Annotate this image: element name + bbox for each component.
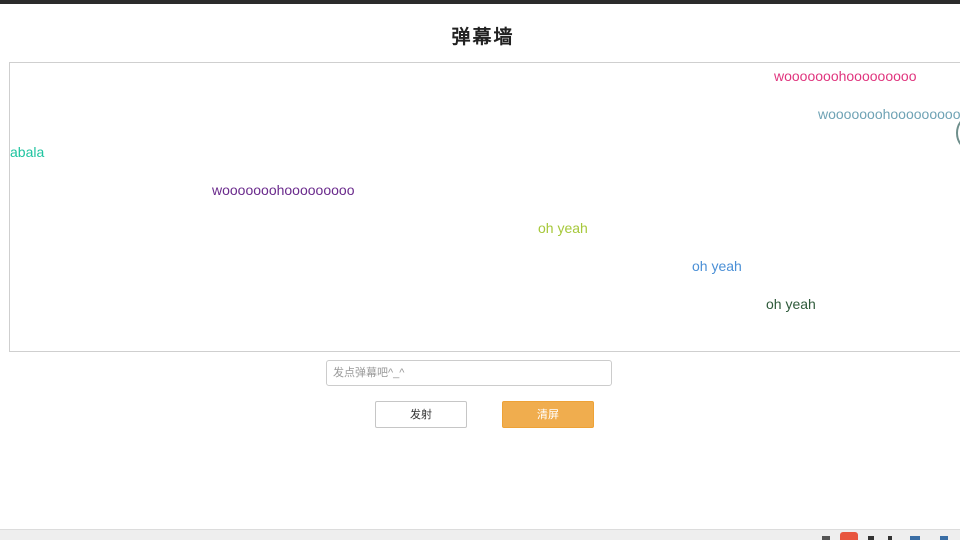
send-button[interactable]: 发射: [375, 401, 467, 428]
tray-icon[interactable]: [868, 536, 874, 540]
danmaku-input[interactable]: [326, 360, 612, 386]
html5-icon[interactable]: [840, 532, 858, 540]
danmaku-item: lalabala: [10, 144, 45, 160]
page-title: 弹幕墙: [451, 26, 515, 48]
tray-icon[interactable]: [888, 536, 892, 540]
danmaku-screen: wooooooohooooooooo wooooooohooooooooo la…: [9, 62, 960, 352]
flag-icon[interactable]: [822, 536, 830, 540]
clear-screen-button[interactable]: 清屏: [502, 401, 594, 428]
tray-icon[interactable]: [940, 536, 948, 540]
danmaku-item: oh yeah: [538, 220, 588, 236]
tray-icon[interactable]: [910, 536, 920, 540]
danmaku-item: wooooooohooooooooo: [774, 68, 917, 84]
danmaku-item: oh yeah: [692, 258, 742, 274]
danmaku-item: wooooooohooooooooo: [818, 106, 960, 122]
danmaku-item: oh yeah: [766, 296, 816, 312]
danmaku-item: wooooooohooooooooo: [212, 182, 355, 198]
taskbar: [0, 529, 960, 540]
window-top-bar: [0, 0, 960, 4]
